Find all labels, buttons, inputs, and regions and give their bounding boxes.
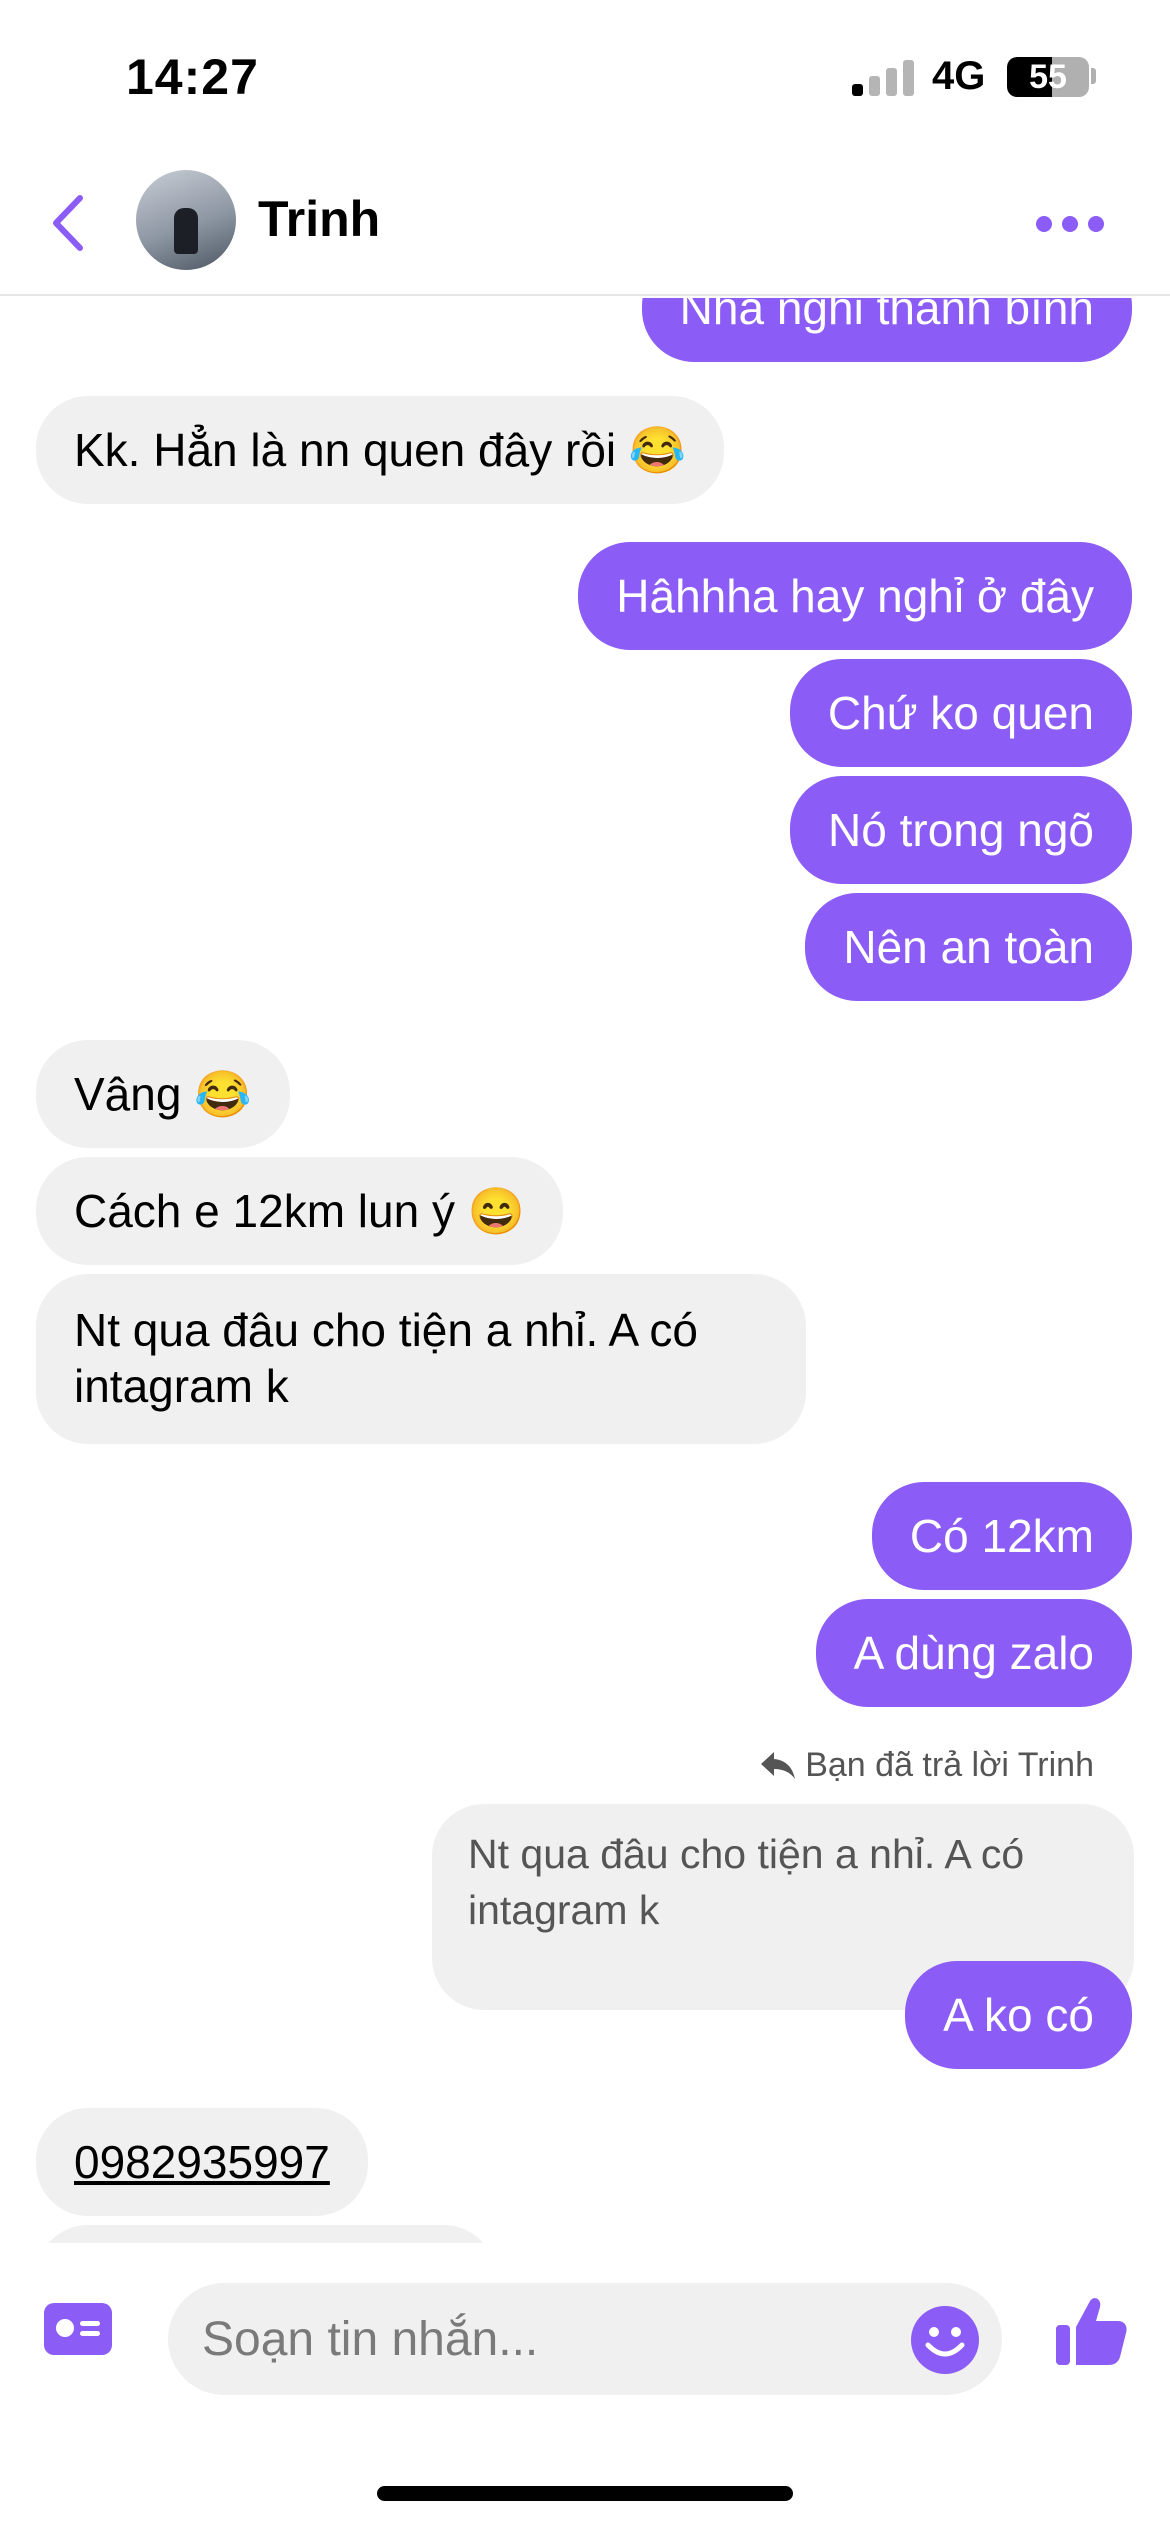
message-text: Vâng [74,1068,182,1120]
chevron-left-icon[interactable] [44,190,100,256]
message-bubble[interactable]: Nhà nghỉ thanh bình [641,298,1132,362]
tears-of-joy-emoji-icon: 😂 [628,424,687,476]
chat-header: Trinh [0,150,1170,296]
message-input-container[interactable] [168,2283,1002,2395]
more-horizontal-icon[interactable] [1036,208,1106,238]
smiley-icon[interactable] [910,2305,980,2375]
message-bubble[interactable]: 0982935997 [36,2108,368,2216]
quoted-text-line: intagram k [468,1887,660,1933]
composer-bar [0,2243,1170,2532]
tears-of-joy-emoji-icon: 😂 [194,1068,252,1120]
message-input[interactable] [202,2283,842,2395]
message-bubble[interactable]: Vâng 😂 [36,1040,290,1148]
grinning-emoji-icon: 😄 [467,1185,526,1237]
signal-strength-icon [852,60,916,96]
battery-cap [1091,68,1096,84]
battery-icon: 55 [1007,57,1089,97]
phone-number-link[interactable]: 0982935997 [74,2136,330,2188]
message-bubble[interactable]: Cách e 12km lun ý 😄 [36,1157,564,1265]
message-bubble[interactable]: A ko có [905,1961,1132,2069]
message-bubble[interactable]: Nên an toàn [805,893,1132,1001]
message-text: Chứ ko quen [827,687,1094,739]
network-type: 4G [932,54,986,98]
reply-arrow-icon [761,1752,796,1779]
reply-label-text: Bạn đã trả lời Trinh [805,1746,1094,1784]
message-text: Nên an toàn [843,921,1094,973]
home-indicator [377,2486,793,2501]
message-text: Hâhhha hay nghỉ ở đây [616,570,1094,622]
message-bubble[interactable]: Nó trong ngõ [790,776,1132,884]
message-bubble[interactable]: A dùng zalo [815,1599,1132,1707]
message-bubble[interactable]: Hâhhha hay nghỉ ở đây [578,542,1132,650]
contact-name[interactable]: Trinh [258,190,380,248]
quoted-text-line: Nt qua đâu cho tiện a nhỉ. A có [468,1831,1025,1877]
message-bubble-partial[interactable] [36,2225,496,2243]
status-time: 14:27 [126,49,259,105]
message-text-line: Nt qua đâu cho tiện a nhỉ. A có [74,1304,699,1356]
message-text: Kk. Hẳn là nn quen đây rồi [74,424,617,476]
message-list[interactable]: Nhà nghỉ thanh bình Kk. Hẳn là nn quen đ… [0,298,1170,2243]
avatar[interactable] [136,170,236,270]
message-text: A ko có [943,1989,1094,2041]
message-bubble[interactable]: Chứ ko quen [789,659,1132,767]
message-text: Có 12km [909,1510,1094,1562]
message-bubble[interactable]: Nt qua đâu cho tiện a nhỉ. A có intagram… [36,1274,806,1444]
message-bubble[interactable]: Có 12km [871,1482,1132,1590]
message-bubble[interactable]: Kk. Hẳn là nn quen đây rồi 😂 [36,396,725,504]
reply-label: Bạn đã trả lời Trinh [759,1746,1094,1785]
thumbs-up-icon[interactable] [1054,2295,1128,2367]
message-text-line: intagram k [74,1360,289,1412]
message-text: Cách e 12km lun ý [74,1185,455,1237]
contact-card-icon[interactable] [44,2303,112,2355]
message-text: A dùng zalo [853,1627,1094,1679]
message-text: Nhà nghỉ thanh bình [679,298,1094,334]
message-text: Nó trong ngõ [828,804,1094,856]
battery-percent: 55 [1029,58,1067,96]
